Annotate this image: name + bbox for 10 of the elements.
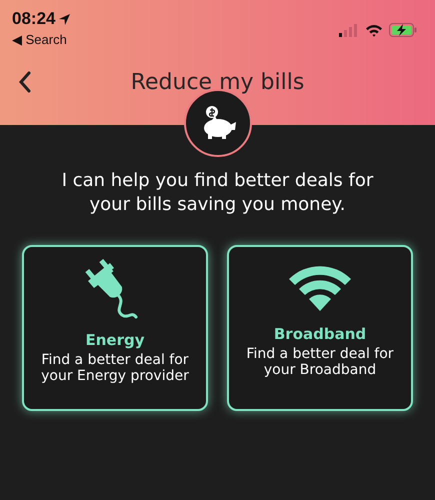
intro-text: I can help you find better deals for your bills saving you money. xyxy=(60,169,374,217)
service-card[interactable]: Broadband Find a better deal for your Broadband xyxy=(227,245,413,411)
location-arrow-icon xyxy=(59,14,70,24)
service-card[interactable]: Energy Find a better deal for your Energy provider xyxy=(22,245,208,411)
page-title: Reduce my bills xyxy=(130,70,304,94)
signal-icon xyxy=(339,24,359,36)
battery-charging-icon xyxy=(389,23,417,37)
status-time: 08:24 xyxy=(12,9,56,29)
wifi-icon xyxy=(365,24,383,36)
back-to-app-link[interactable]: ◀ Search xyxy=(12,32,70,47)
